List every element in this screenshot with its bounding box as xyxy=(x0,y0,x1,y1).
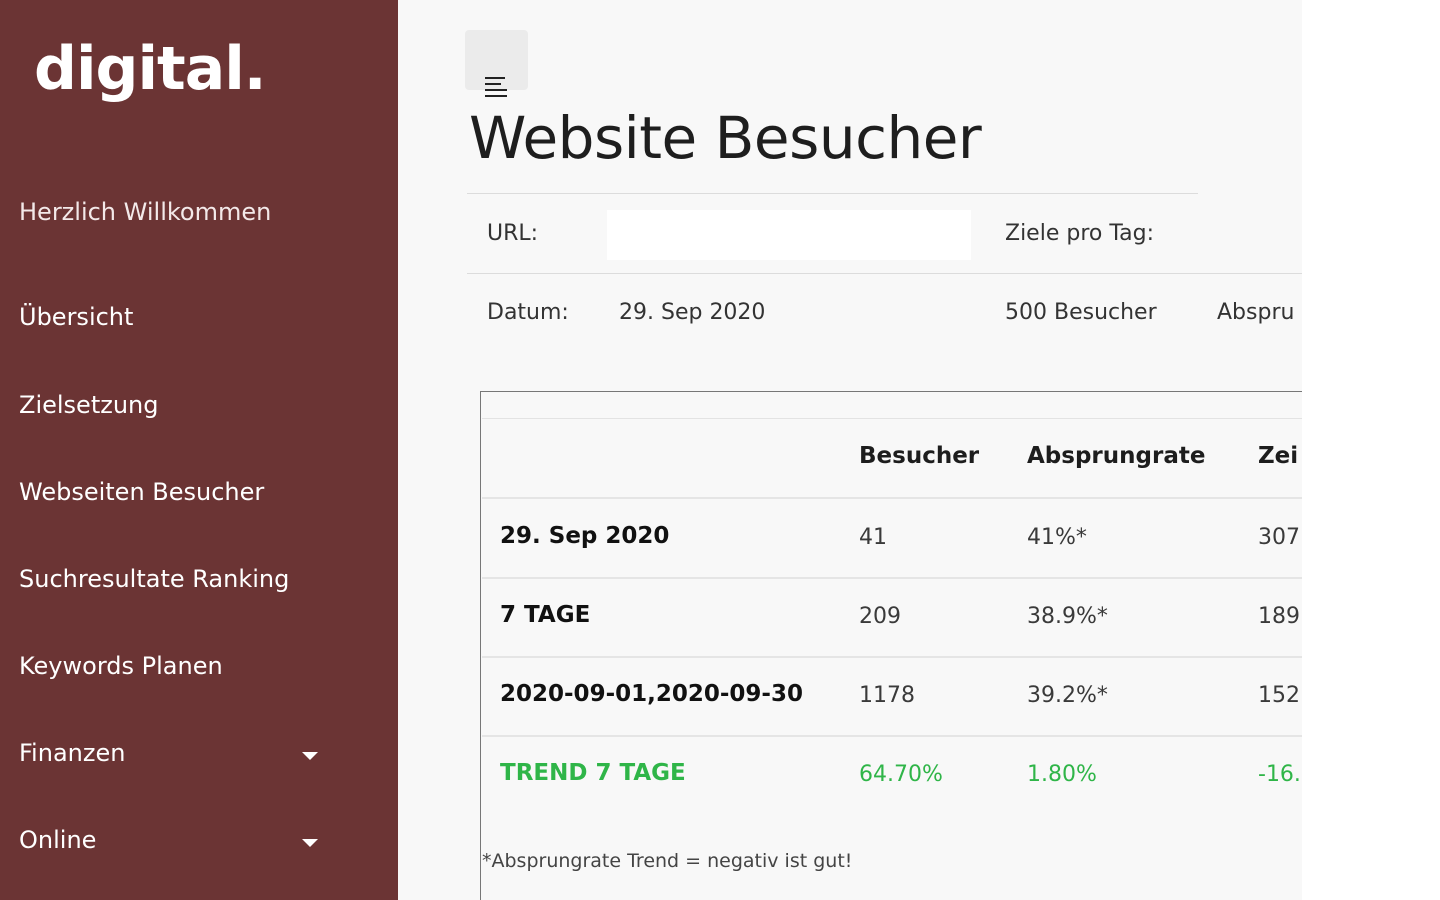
sidebar-item-zielsetzung[interactable]: Zielsetzung xyxy=(19,391,158,419)
page-title: Website Besucher xyxy=(469,104,982,172)
blank-margin xyxy=(1302,0,1440,900)
sidebar: digital. Herzlich Willkommen Übersicht Z… xyxy=(0,0,398,900)
table-cell-time: 307 xyxy=(1258,525,1300,550)
url-label: URL: xyxy=(487,221,539,246)
date-value[interactable]: 29. Sep 2020 xyxy=(619,300,765,325)
column-header-besucher: Besucher xyxy=(859,443,980,469)
table-cell-time-trend: -16.5 xyxy=(1258,762,1302,787)
hamburger-menu-icon xyxy=(485,77,505,79)
table-row-label: 2020-09-01,2020-09-30 xyxy=(500,681,803,707)
table-cell-visitors: 209 xyxy=(859,604,901,629)
hamburger-menu-icon-line xyxy=(485,89,507,91)
sidebar-item-suchresultate-ranking[interactable]: Suchresultate Ranking xyxy=(19,565,289,593)
card-top-divider xyxy=(482,418,1302,419)
goal-visitors: 500 Besucher xyxy=(1005,300,1157,325)
table-cell-bounce: 41%* xyxy=(1027,525,1087,550)
url-input[interactable] xyxy=(607,210,971,260)
title-divider xyxy=(467,193,1198,194)
table-row-label: 29. Sep 2020 xyxy=(500,523,670,549)
goals-label: Ziele pro Tag: xyxy=(1005,221,1154,246)
hamburger-menu-button[interactable] xyxy=(465,30,528,97)
chevron-down-icon[interactable] xyxy=(302,752,318,760)
sidebar-item-keywords-planen[interactable]: Keywords Planen xyxy=(19,652,223,680)
table-row-label: 7 TAGE xyxy=(500,602,591,628)
table-cell-time: 189. xyxy=(1258,604,1302,629)
hamburger-menu-icon-line xyxy=(485,95,507,97)
sidebar-item-webseiten-besucher[interactable]: Webseiten Besucher xyxy=(19,478,264,506)
chevron-down-icon[interactable] xyxy=(302,839,318,847)
table-row-divider xyxy=(482,656,1302,658)
welcome-text: Herzlich Willkommen xyxy=(19,198,272,226)
app-window: digital. Herzlich Willkommen Übersicht Z… xyxy=(0,0,1302,900)
table-row-divider xyxy=(482,577,1302,579)
hamburger-menu-icon-line xyxy=(485,83,501,85)
sidebar-item-finanzen[interactable]: Finanzen xyxy=(19,739,125,767)
table-cell-visitors: 1178 xyxy=(859,683,915,708)
table-cell-time: 152. xyxy=(1258,683,1302,708)
date-label: Datum: xyxy=(487,300,569,325)
table-header-divider xyxy=(482,497,1302,499)
sidebar-item-uebersicht[interactable]: Übersicht xyxy=(19,303,133,331)
table-cell-bounce: 39.2%* xyxy=(1027,683,1108,708)
sidebar-item-online[interactable]: Online xyxy=(19,826,96,854)
footnote: *Absprungrate Trend = negativ ist gut! xyxy=(482,850,853,872)
brand-logo[interactable]: digital. xyxy=(34,34,267,104)
filter-divider xyxy=(467,273,1302,274)
table-cell-bounce: 38.9%* xyxy=(1027,604,1108,629)
column-header-absprungrate: Absprungrate xyxy=(1027,443,1206,469)
goal-bounce: Abspru xyxy=(1217,300,1295,325)
table-row-label-trend: TREND 7 TAGE xyxy=(500,760,686,786)
column-header-zeit: Zei xyxy=(1258,443,1299,469)
table-cell-visitors: 41 xyxy=(859,525,887,550)
table-cell-visitors-trend: 64.70% xyxy=(859,762,943,787)
table-cell-bounce-trend: 1.80% xyxy=(1027,762,1097,787)
table-row-divider xyxy=(482,735,1302,737)
